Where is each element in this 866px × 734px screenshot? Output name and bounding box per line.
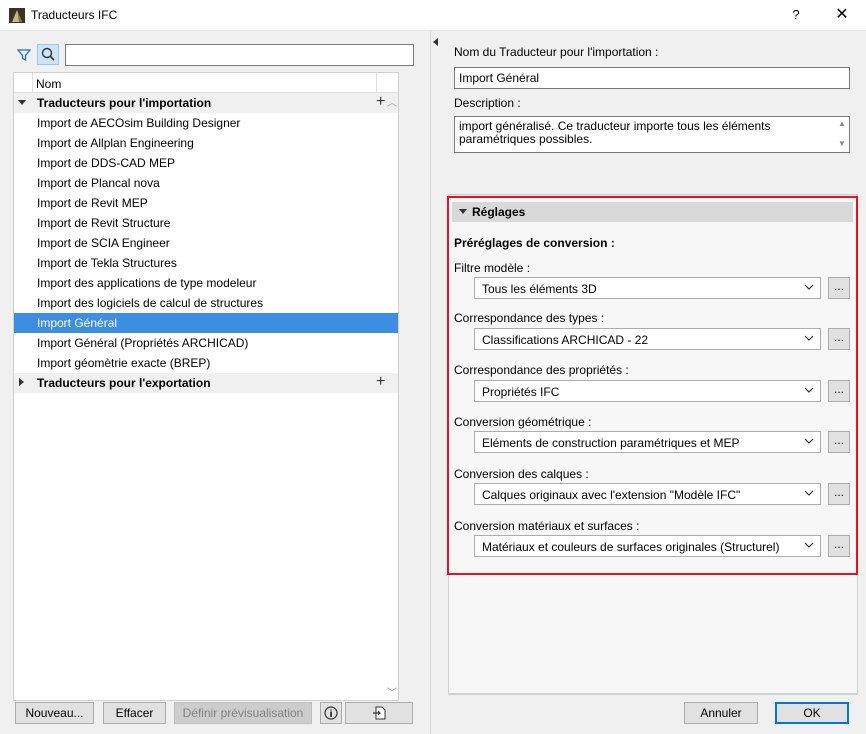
- header-separator: [376, 73, 377, 92]
- list-item-label: Import de Revit MEP: [37, 196, 148, 210]
- list-item-label: Import des applications de type modeleur: [37, 276, 257, 290]
- list-item-selected[interactable]: Import Général: [14, 313, 398, 333]
- expanded-triangle-icon[interactable]: [18, 100, 26, 105]
- list-item[interactable]: Import de Revit MEP: [14, 193, 398, 213]
- list-item[interactable]: Import de Plancal nova: [14, 173, 398, 193]
- footer-separator: [448, 694, 858, 695]
- cancel-button[interactable]: Annuler: [684, 702, 758, 724]
- list-item[interactable]: Import Général (Propriétés ARCHICAD): [14, 333, 398, 353]
- list-item[interactable]: Import de SCIA Engineer: [14, 233, 398, 253]
- search-toggle-button[interactable]: [37, 44, 59, 65]
- group-label: Traducteurs pour l'exportation: [37, 376, 211, 390]
- header-separator: [32, 73, 33, 92]
- list-item-label: Import de Revit Structure: [37, 216, 171, 230]
- list-item-label: Import géomètrie exacte (BREP): [37, 356, 211, 370]
- group-label: Traducteurs pour l'importation: [37, 96, 212, 110]
- search-icon: [41, 47, 55, 61]
- group-export-translators[interactable]: Traducteurs pour l'exportation +: [14, 373, 398, 393]
- list-item-label: Import de SCIA Engineer: [37, 236, 170, 250]
- export-button[interactable]: [345, 702, 413, 724]
- set-preview-button[interactable]: Définir prévisualisation: [174, 702, 312, 724]
- info-button[interactable]: i: [320, 702, 342, 724]
- description-line: paramétriques possibles.: [459, 132, 593, 146]
- archicad-app-icon: [9, 8, 25, 23]
- group-import-translators[interactable]: Traducteurs pour l'importation +: [14, 93, 398, 113]
- window-title: Traducteurs IFC: [31, 8, 118, 22]
- description-field[interactable]: import généralisé. Ce traducteur importe…: [454, 116, 850, 153]
- list-item-label: Import de DDS-CAD MEP: [37, 156, 176, 170]
- list-item-label: Import de AECOsim Building Designer: [37, 116, 241, 130]
- description-label: Description :: [454, 96, 521, 110]
- list-item-label: Import Général: [37, 316, 118, 330]
- ok-button[interactable]: OK: [775, 702, 849, 724]
- description-scroll-up-icon[interactable]: ▲: [838, 119, 846, 128]
- collapse-panel-arrow-icon[interactable]: [433, 38, 438, 46]
- translator-name-field[interactable]: Import Général: [454, 67, 850, 89]
- list-item-label: Import de Tekla Structures: [37, 256, 177, 270]
- list-item-label: Import de Plancal nova: [37, 176, 160, 190]
- translator-list[interactable]: Nom Traducteurs pour l'importation + Imp…: [13, 72, 399, 701]
- description-scroll-down-icon[interactable]: ▼: [838, 139, 846, 148]
- new-button[interactable]: Nouveau...: [15, 702, 94, 724]
- add-icon[interactable]: +: [376, 94, 385, 110]
- info-letter: i: [329, 709, 333, 720]
- list-item[interactable]: Import de DDS-CAD MEP: [14, 153, 398, 173]
- list-item-label: Import des logiciels de calcul de struct…: [37, 296, 264, 310]
- list-item[interactable]: Import de Tekla Structures: [14, 253, 398, 273]
- search-input[interactable]: [65, 44, 414, 66]
- column-header-nom[interactable]: Nom: [36, 77, 61, 91]
- filter-icon[interactable]: [17, 48, 31, 62]
- panel-divider[interactable]: [430, 31, 431, 734]
- help-button[interactable]: ?: [784, 7, 808, 25]
- delete-button[interactable]: Effacer: [103, 702, 166, 724]
- list-item[interactable]: Import des applications de type modeleur: [14, 273, 398, 293]
- collapsed-triangle-icon[interactable]: [19, 378, 24, 386]
- list-item-label: Import de Allplan Engineering: [37, 136, 194, 150]
- translator-name-label: Nom du Traducteur pour l'importation :: [454, 45, 659, 59]
- scroll-up-arrow-icon[interactable]: ︿: [386, 94, 398, 109]
- export-file-icon: [373, 706, 386, 720]
- scroll-down-arrow-icon[interactable]: ﹀: [386, 684, 398, 699]
- list-header: Nom: [14, 73, 398, 93]
- list-item[interactable]: Import géomètrie exacte (BREP): [14, 353, 398, 373]
- close-button[interactable]: ✕: [826, 5, 858, 25]
- list-item-label: Import Général (Propriétés ARCHICAD): [37, 336, 249, 350]
- list-item[interactable]: Import de AECOsim Building Designer: [14, 113, 398, 133]
- list-item[interactable]: Import de Revit Structure: [14, 213, 398, 233]
- settings-highlight-frame: [447, 196, 858, 575]
- list-item[interactable]: Import de Allplan Engineering: [14, 133, 398, 153]
- add-icon[interactable]: +: [376, 374, 385, 390]
- title-bar: Traducteurs IFC ? ✕: [0, 0, 866, 31]
- list-item[interactable]: Import des logiciels de calcul de struct…: [14, 293, 398, 313]
